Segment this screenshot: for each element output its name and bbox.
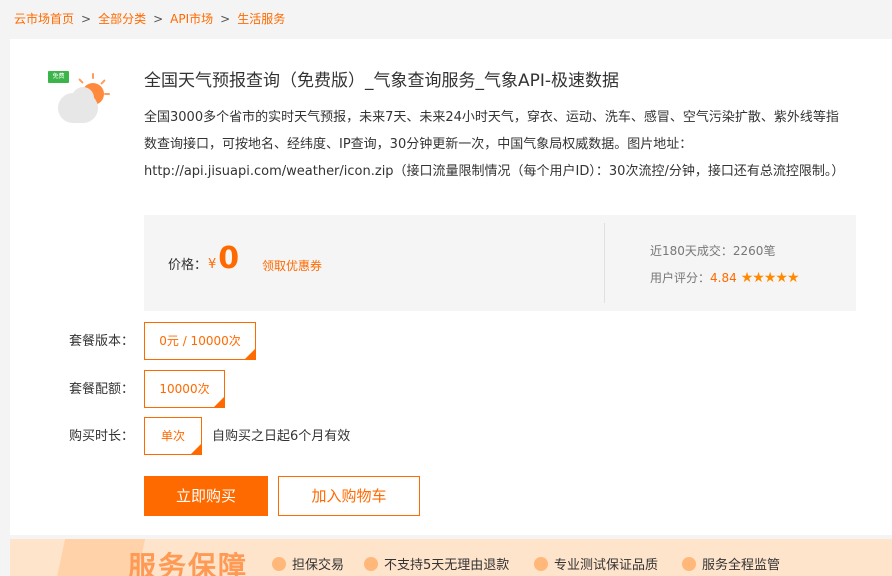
breadcrumb: 云市场首页 > 全部分类 > API市场 > 生活服务 xyxy=(14,10,285,28)
guarantee-item-label: 服务全程监管 xyxy=(702,558,781,573)
sun-ray xyxy=(78,78,84,84)
add-to-cart-button[interactable]: 加入购物车 xyxy=(278,476,420,516)
free-badge: 免费 xyxy=(48,71,69,83)
product-description: 全国3000多个省市的实时天气预报，未来7天、未来24小时天气，穿衣、运动、洗车… xyxy=(144,110,845,179)
guarantee-dot-icon xyxy=(272,557,286,571)
currency-symbol: ¥ xyxy=(208,257,217,272)
price-amount: 0 xyxy=(218,241,240,276)
duration-label: 购买时长： xyxy=(68,429,134,444)
guarantee-item: 不支持5天无理由退款 xyxy=(364,557,509,575)
sales-count: 近180天成交：2260笔 xyxy=(650,244,776,258)
breadcrumb-separator: > xyxy=(81,12,92,26)
version-option-button[interactable]: 0元 / 10000次 xyxy=(144,322,256,360)
breadcrumb-all-categories-link[interactable]: 全部分类 xyxy=(98,12,146,26)
quota-option-button[interactable]: 10000次 xyxy=(144,370,225,408)
weather-logo-icon: 免费 xyxy=(48,69,110,129)
version-label: 套餐版本： xyxy=(68,334,134,349)
breadcrumb-home-link[interactable]: 云市场首页 xyxy=(14,12,74,26)
price-label: 价格： xyxy=(168,258,208,273)
duration-option-button[interactable]: 单次 xyxy=(144,417,202,455)
duration-note: 自购买之日起6个月有效 xyxy=(212,429,351,444)
breadcrumb-life-services-link[interactable]: 生活服务 xyxy=(237,12,285,26)
sun-ray xyxy=(92,73,94,79)
user-rating: 用户评分：4.84 ★★★★★ xyxy=(650,269,799,287)
guarantee-item-label: 担保交易 xyxy=(292,558,345,573)
rating-label: 用户评分： xyxy=(650,271,711,285)
quota-label: 套餐配额： xyxy=(68,382,134,397)
breadcrumb-separator: > xyxy=(220,12,231,26)
guarantee-item: 担保交易 xyxy=(272,557,344,575)
sun-ray xyxy=(104,93,110,95)
price-divider xyxy=(604,223,605,303)
get-coupon-link[interactable]: 领取优惠券 xyxy=(262,257,322,275)
product-title: 全国天气预报查询（免费版）_气象查询服务_气象API-极速数据 xyxy=(144,71,620,91)
price-panel: 价格： ¥0 领取优惠券 近180天成交：2260笔 用户评分：4.84 ★★★★… xyxy=(144,215,856,311)
guarantee-title: 服务保障 xyxy=(128,550,249,576)
guarantee-dot-icon xyxy=(364,557,378,571)
guarantee-dot-icon xyxy=(682,557,696,571)
cloud-icon xyxy=(72,87,94,109)
breadcrumb-api-market-link[interactable]: API市场 xyxy=(170,12,213,26)
buy-now-button[interactable]: 立即购买 xyxy=(144,476,268,516)
guarantee-item: 服务全程监管 xyxy=(682,557,780,575)
guarantee-dot-icon xyxy=(534,557,548,571)
product-card: 免费 全国天气预报查询（免费版）_气象查询服务_气象API-极速数据 全国300… xyxy=(10,39,892,535)
price-value: ¥0 xyxy=(208,241,239,283)
guarantee-item-label: 不支持5天无理由退款 xyxy=(384,558,510,573)
guarantee-item: 专业测试保证品质 xyxy=(534,557,658,575)
service-guarantee-bar: 服务保障 担保交易 不支持5天无理由退款 专业测试保证品质 服务全程监管 xyxy=(10,539,892,576)
rating-stars-icon: ★★★★★ xyxy=(740,270,800,286)
breadcrumb-separator: > xyxy=(153,12,164,26)
guarantee-item-label: 专业测试保证品质 xyxy=(554,558,659,573)
rating-score: 4.84 xyxy=(710,271,737,285)
sun-ray xyxy=(100,79,106,85)
